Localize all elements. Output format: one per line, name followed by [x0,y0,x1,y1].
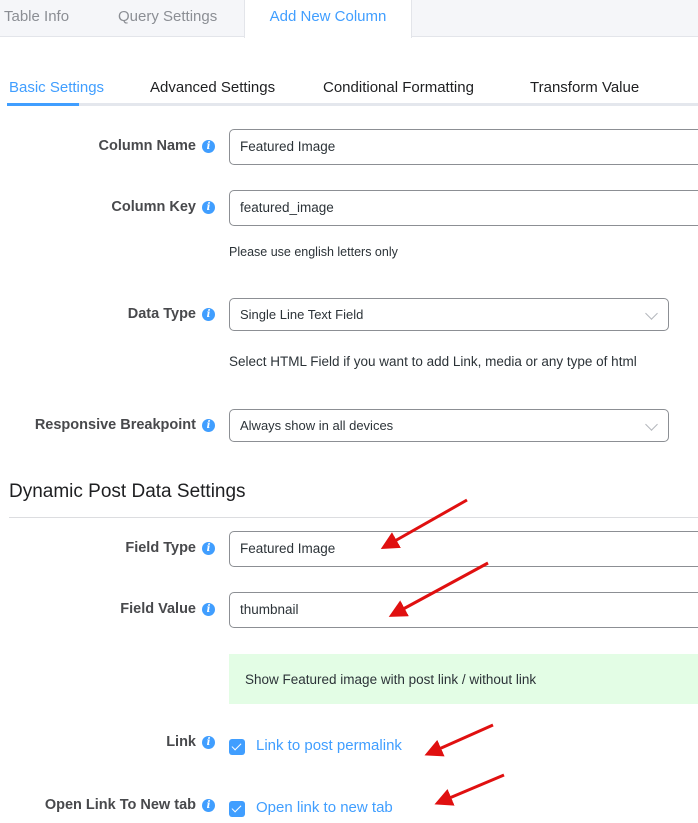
info-icon[interactable]: i [202,419,215,432]
tab-transform-value[interactable]: Transform Value [530,79,639,96]
top-tab-bar: Table Info Query Settings Add New Column [0,0,698,38]
info-icon[interactable]: i [202,799,215,812]
column-name-label: Column Name i [99,138,215,154]
info-icon[interactable]: i [202,542,215,555]
data-type-label: Data Type i [128,306,215,322]
info-icon[interactable]: i [202,603,215,616]
responsive-breakpoint-value: Always show in all devices [240,418,394,433]
notice-box: Show Featured image with post link / wit… [229,654,698,704]
tab-advanced-settings[interactable]: Advanced Settings [150,79,275,96]
info-icon[interactable]: i [202,140,215,153]
column-name-input[interactable]: Featured Image [229,129,698,165]
column-key-help: Please use english letters only [229,245,398,259]
data-type-select[interactable]: Single Line Text Field [229,298,669,331]
info-icon[interactable]: i [202,736,215,749]
red-arrow-annotation [434,773,505,806]
tab-query-settings[interactable]: Query Settings [118,0,217,37]
tab-basic-settings[interactable]: Basic Settings [9,79,104,96]
info-icon[interactable]: i [202,201,215,214]
data-type-value: Single Line Text Field [240,307,364,322]
data-type-help: Select HTML Field if you want to add Lin… [229,354,637,369]
chevron-down-icon [645,418,658,431]
section-title: Dynamic Post Data Settings [9,481,246,502]
active-tab-indicator [7,103,79,106]
tab-table-info[interactable]: Table Info [4,0,69,37]
column-key-input[interactable]: featured_image [229,190,698,226]
field-value-input[interactable]: thumbnail [229,592,698,628]
settings-tab-bar: Basic Settings Advanced Settings Conditi… [0,70,698,106]
open-new-tab-checkbox-label[interactable]: Open link to new tab [256,799,393,816]
link-label: Link i [166,734,215,750]
link-checkbox-label[interactable]: Link to post permalink [256,737,402,754]
responsive-breakpoint-select[interactable]: Always show in all devices [229,409,669,442]
tab-conditional-formatting[interactable]: Conditional Formatting [323,79,474,96]
tab-add-new-column[interactable]: Add New Column [244,0,412,38]
section-divider [9,517,698,518]
tab-baseline [7,103,698,106]
open-new-tab-checkbox[interactable] [229,801,245,817]
field-value-label: Field Value i [120,601,215,617]
info-icon[interactable]: i [202,308,215,321]
field-type-label: Field Type i [125,540,215,556]
column-key-label: Column Key i [111,199,215,215]
open-new-tab-label: Open Link To New tab i [45,797,215,813]
field-type-input[interactable]: Featured Image [229,531,698,567]
chevron-down-icon [645,307,658,320]
link-checkbox[interactable] [229,739,245,755]
red-arrow-annotation [424,723,494,757]
responsive-breakpoint-label: Responsive Breakpoint i [35,417,215,433]
